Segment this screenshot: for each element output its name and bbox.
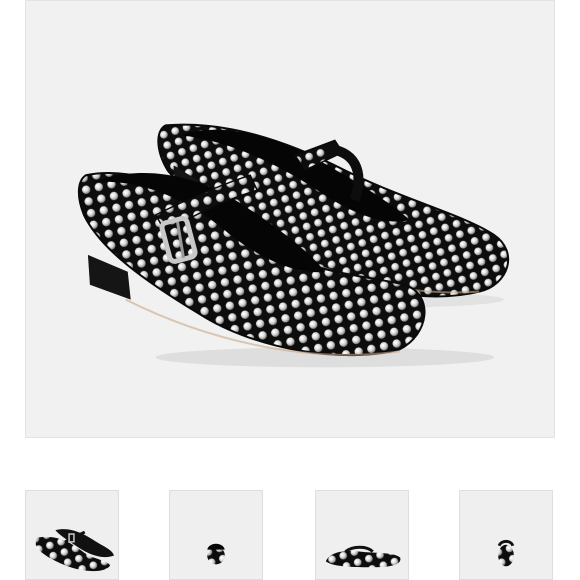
thumbnail-back-heel[interactable] <box>459 490 553 580</box>
main-product-image[interactable] <box>25 0 555 438</box>
thumbnail-side-profile[interactable] <box>315 490 409 580</box>
thumbnail-front-toe[interactable] <box>169 490 263 580</box>
thumbnail-pair-angle[interactable] <box>25 490 119 580</box>
